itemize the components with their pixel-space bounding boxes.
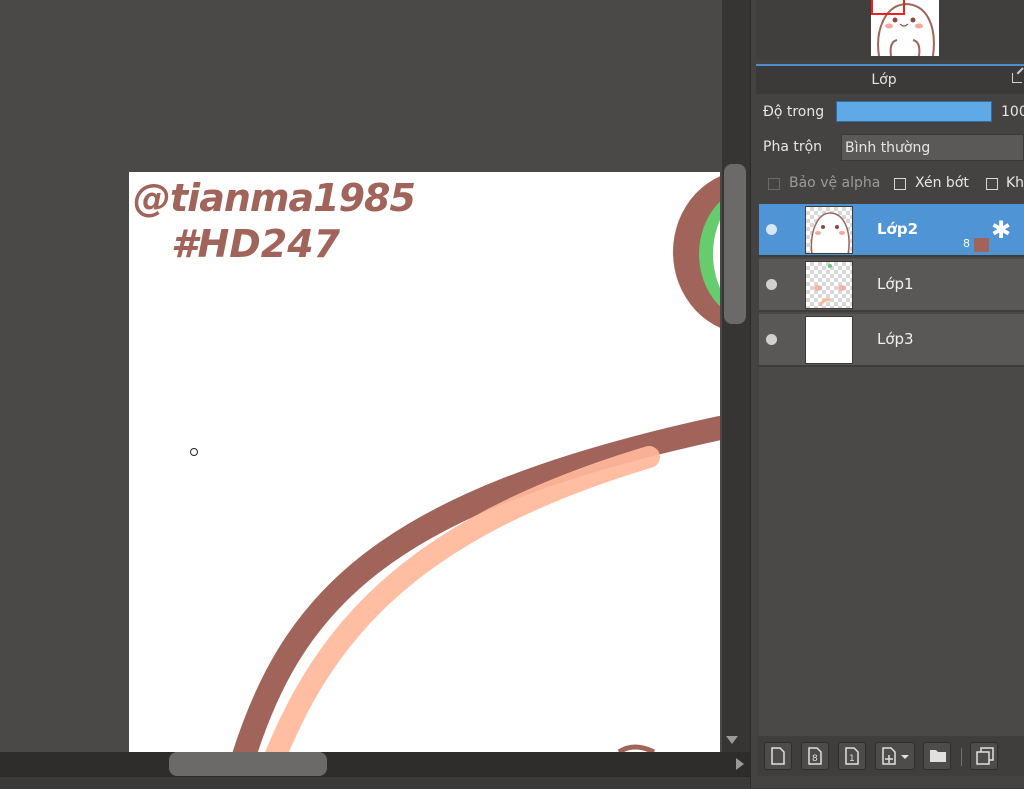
visibility-toggle-icon[interactable]: [766, 334, 777, 345]
bit-depth-label: 8: [963, 237, 970, 250]
layer-name[interactable]: Lớp2: [877, 220, 918, 238]
add-layer-menu-icon: [882, 747, 909, 765]
lock-checkbox[interactable]: [986, 178, 998, 190]
protect-alpha-checkbox[interactable]: [768, 178, 780, 190]
duplicate-layer-icon: [976, 747, 994, 765]
blend-mode-select[interactable]: Bình thường: [841, 134, 1024, 161]
popout-icon[interactable]: [1012, 73, 1022, 83]
clipping-label: Xén bớt: [915, 175, 969, 191]
lock-label: Kh: [1006, 175, 1024, 191]
layer-panel-header: Lớp: [756, 64, 1024, 94]
opacity-slider[interactable]: [836, 101, 992, 122]
layer-thumbnail: [805, 261, 853, 309]
layer-panel-title: Lớp: [871, 72, 897, 88]
canvas-area[interactable]: @tianma1985 #HD247: [0, 0, 722, 752]
gear-icon[interactable]: ✱: [991, 218, 1011, 242]
layer-toolbar: 8 1: [757, 736, 1024, 776]
brush-cursor: [190, 448, 198, 456]
navigator-panel[interactable]: [756, 0, 1024, 60]
folder-icon: [930, 750, 946, 762]
layer-color-swatch: [974, 238, 989, 252]
drawing-canvas[interactable]: @tianma1985 #HD247: [129, 172, 720, 752]
navigator-viewport-rect[interactable]: [871, 0, 905, 15]
blend-mode-label: Pha trộn: [763, 139, 823, 155]
toolbar-separator: [961, 748, 962, 766]
protect-alpha-label: Bảo vệ alpha: [789, 175, 881, 191]
svg-text:8: 8: [812, 754, 818, 764]
scroll-down-arrow-icon[interactable]: [726, 736, 738, 744]
opacity-label: Độ trong: [763, 104, 825, 120]
svg-text:1: 1: [849, 754, 855, 764]
new-layer-button[interactable]: [764, 742, 792, 770]
layer-thumbnail: [805, 206, 853, 254]
new-1bit-layer-button[interactable]: 1: [838, 742, 866, 770]
visibility-toggle-icon[interactable]: [766, 279, 777, 290]
scroll-right-arrow-icon[interactable]: [736, 758, 744, 770]
layer-row-lop3[interactable]: Lớp3: [759, 314, 1024, 367]
horizontal-scroll-thumb[interactable]: [169, 752, 327, 776]
visibility-toggle-icon[interactable]: [766, 224, 777, 235]
layer-row-lop2[interactable]: Lớp2 8 ✱: [759, 204, 1024, 257]
layer-thumbnail: [805, 316, 853, 364]
layer-row-lop1[interactable]: Lớp1: [759, 259, 1024, 312]
horizontal-scrollbar[interactable]: [0, 752, 750, 776]
watermark-text-2: #HD247: [171, 222, 341, 266]
layer-list[interactable]: Lớp2 8 ✱ Lớp1 Lớp3: [759, 204, 1024, 736]
duplicate-layer-button[interactable]: [970, 742, 998, 770]
new-layer-icon: [771, 747, 785, 765]
layer-name[interactable]: Lớp3: [877, 330, 914, 348]
layer-name[interactable]: Lớp1: [877, 275, 914, 293]
add-layer-menu-button[interactable]: [875, 742, 915, 770]
clipping-checkbox[interactable]: [894, 178, 906, 190]
vertical-scroll-thumb[interactable]: [724, 164, 746, 324]
opacity-value: 100: [1001, 104, 1024, 120]
vertical-scroll-track[interactable]: [722, 0, 750, 752]
new-8bit-layer-icon: 8: [808, 747, 822, 765]
new-folder-button[interactable]: [923, 742, 951, 770]
new-8bit-layer-button[interactable]: 8: [801, 742, 829, 770]
new-1bit-layer-icon: 1: [845, 747, 859, 765]
watermark-text-1: @tianma1985: [133, 176, 416, 220]
vertical-scrollbar[interactable]: [722, 0, 750, 752]
